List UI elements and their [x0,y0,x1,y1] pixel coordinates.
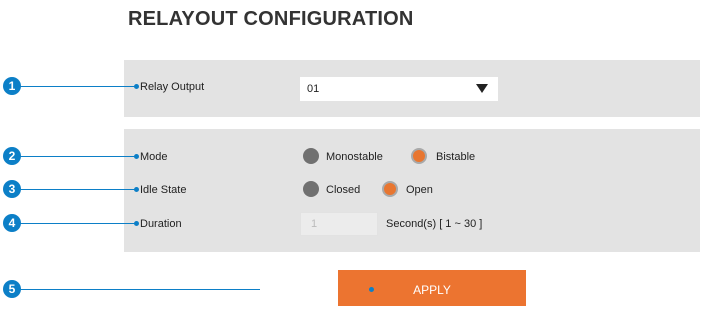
relay-output-value: 01 [307,83,320,95]
duration-label: Duration [140,218,182,230]
callout-4: 4 [0,214,140,234]
idle-closed-label: Closed [326,184,361,196]
callout-leader-dot [134,187,139,192]
callout-1: 1 [0,77,140,97]
callout-leader-dot [369,287,374,292]
callout-leader-line [20,189,136,190]
idle-open-label: Open [406,184,433,196]
callout-leader-dot [134,154,139,159]
apply-button[interactable]: APPLY [338,270,526,306]
callout-badge-5: 5 [3,280,21,298]
callout-badge-3: 3 [3,180,21,198]
relay-output-select[interactable]: 01 [300,77,498,101]
callout-badge-4: 4 [3,214,21,232]
callout-leader-dot [134,221,139,226]
callout-badge-2: 2 [3,147,21,165]
callout-5: 5 [0,280,260,300]
callout-leader-line [20,86,136,87]
mode-bistable-label: Bistable [436,151,476,163]
duration-unit-label: Second(s) [ 1 ~ 30 ] [386,218,483,230]
mode-label: Mode [140,151,168,163]
callout-leader-line [20,289,260,290]
callout-badge-1: 1 [3,77,21,95]
relay-output-label: Relay Output [140,81,205,93]
duration-input[interactable]: 1 [300,212,378,236]
callout-leader-line [20,156,136,157]
callout-2: 2 [0,147,140,167]
idle-closed-radio[interactable] [303,181,319,197]
callout-leader-line [20,223,136,224]
idle-open-radio[interactable] [382,181,398,197]
idle-state-label: Idle State [140,184,187,196]
page-title: RELAYOUT CONFIGURATION [128,8,414,30]
callout-3: 3 [0,180,140,200]
dropdown-arrow-icon [476,84,488,93]
mode-monostable-radio[interactable] [303,148,319,164]
mode-monostable-label: Monostable [326,151,383,163]
mode-bistable-radio[interactable] [411,148,427,164]
callout-leader-dot [134,84,139,89]
